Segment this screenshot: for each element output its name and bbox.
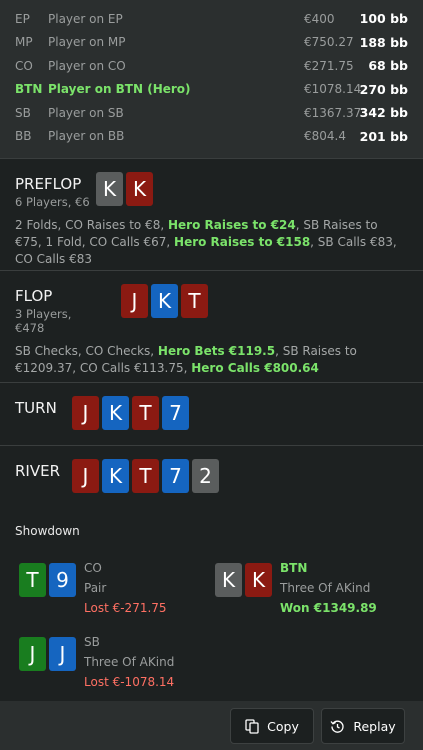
player-position: SB — [84, 635, 100, 649]
copy-button-label: Copy — [267, 718, 299, 734]
card: K — [151, 284, 178, 318]
card: K — [245, 563, 272, 597]
turn-section: TURN J K T 7 — [0, 382, 423, 445]
seat-stack: €400 — [304, 11, 335, 26]
seat-position: BB — [15, 129, 32, 144]
action-log: SB Checks, CO Checks, Hero Bets €119.5, … — [15, 343, 408, 377]
street-title: RIVER — [15, 462, 61, 480]
seats-table: EP Player on EP €400 100 bb MP Player on… — [0, 0, 423, 158]
board-cards: J K T 7 2 — [72, 459, 219, 493]
street-title: PREFLOP — [15, 175, 82, 193]
card: T — [181, 284, 208, 318]
seat-row-bb: BB Player on BB €804.4 201 bb — [0, 125, 423, 149]
seat-player-name: Player on CO — [48, 58, 126, 73]
replay-button-label: Replay — [353, 718, 396, 734]
action-text: 2 Folds, CO Raises to €8, — [15, 218, 168, 232]
card: T — [132, 459, 159, 493]
showdown-player-sb: J J SB Three Of AKind Lost €-1078.14 — [19, 632, 174, 692]
player-position: CO — [84, 561, 102, 575]
card: K — [96, 172, 123, 206]
preflop-section: PREFLOP 6 Players, €6 K K 2 Folds, CO Ra… — [0, 158, 423, 270]
card: J — [72, 396, 99, 430]
seat-position: CO — [15, 58, 33, 73]
seat-row-mp: MP Player on MP €750.27 188 bb — [0, 31, 423, 55]
street-subtitle: 6 Players, €6 — [15, 195, 90, 209]
street-title: FLOP — [15, 287, 53, 305]
hero-action: Hero Bets €119.5 — [157, 344, 276, 358]
hero-action: Hero Raises to €24 — [167, 218, 296, 232]
flop-section: FLOP 3 Players, €478 J K T SB Checks, CO… — [0, 270, 423, 382]
card: 7 — [162, 396, 189, 430]
seat-bb: 342 bb — [359, 105, 408, 121]
card: J — [72, 459, 99, 493]
player-result: Lost €-1078.14 — [84, 675, 175, 689]
seat-position: SB — [15, 105, 31, 120]
seat-position: EP — [15, 11, 30, 26]
seat-player-name: Player on BB — [48, 129, 125, 144]
player-hand: Pair — [84, 581, 107, 595]
hero-action: Hero Raises to €158 — [174, 235, 311, 249]
seat-player-name: Player on EP — [48, 11, 123, 26]
seat-stack: €804.4 — [304, 129, 346, 144]
showdown-player-co: T 9 CO Pair Lost €-271.75 — [19, 558, 167, 618]
showdown-title: Showdown — [15, 524, 80, 538]
river-section: RIVER J K T 7 2 — [0, 445, 423, 508]
card: 2 — [192, 459, 219, 493]
seat-row-btn-hero: BTN Player on BTN (Hero) €1078.14 270 bb — [0, 78, 423, 102]
seat-position: BTN — [15, 82, 43, 97]
seat-stack: €1367.37 — [304, 105, 362, 120]
seat-bb: 188 bb — [359, 34, 408, 50]
card: T — [19, 563, 46, 597]
player-cards: T 9 — [19, 563, 76, 618]
seat-player-name: Player on SB — [48, 105, 124, 120]
card: K — [215, 563, 242, 597]
action-text: SB Checks, CO Checks, — [15, 344, 158, 358]
card: K — [102, 396, 129, 430]
card: 7 — [162, 459, 189, 493]
card: K — [102, 459, 129, 493]
card: 9 — [49, 563, 76, 597]
card: K — [126, 172, 153, 206]
seat-row-co: CO Player on CO €271.75 68 bb — [0, 54, 423, 78]
card: J — [121, 284, 148, 318]
player-hand: Three Of AKind — [84, 655, 175, 669]
seat-player-name: Player on BTN (Hero) — [48, 82, 191, 97]
hero-hole-cards: K K — [96, 172, 153, 206]
card: J — [49, 637, 76, 671]
replay-icon — [330, 720, 344, 733]
board-cards: J K T — [121, 284, 208, 318]
player-position: BTN — [280, 561, 308, 575]
seat-bb: 270 bb — [359, 81, 408, 97]
card: J — [19, 637, 46, 671]
player-result: Lost €-271.75 — [84, 601, 167, 615]
seat-bb: 100 bb — [359, 11, 408, 27]
seat-stack: €750.27 — [304, 35, 354, 50]
copy-icon — [245, 718, 259, 734]
player-cards: K K — [215, 563, 272, 618]
seat-stack: €271.75 — [304, 58, 354, 73]
showdown-section: Showdown T 9 CO Pair Lost €-271.75 K K B… — [0, 508, 423, 701]
seat-player-name: Player on MP — [48, 35, 126, 50]
hero-action: Hero Calls €800.64 — [191, 361, 319, 375]
street-title: TURN — [15, 399, 57, 417]
seat-position: MP — [15, 35, 33, 50]
street-subtitle: 3 Players, €478 — [15, 307, 72, 335]
replay-button[interactable]: Replay — [321, 708, 405, 744]
player-result: Won €1349.89 — [280, 601, 377, 615]
seat-bb: 201 bb — [359, 128, 408, 144]
action-log: 2 Folds, CO Raises to €8, Hero Raises to… — [15, 217, 408, 268]
card: T — [132, 396, 159, 430]
player-hand: Three Of AKind — [280, 581, 371, 595]
showdown-player-btn: K K BTN Three Of AKind Won €1349.89 — [215, 558, 377, 618]
seat-row-ep: EP Player on EP €400 100 bb — [0, 7, 423, 31]
footer-bar: Copy Replay — [0, 701, 423, 750]
seat-stack: €1078.14 — [304, 82, 362, 97]
seat-row-sb: SB Player on SB €1367.37 342 bb — [0, 101, 423, 125]
copy-button[interactable]: Copy — [230, 708, 314, 744]
board-cards: J K T 7 — [72, 396, 189, 430]
seat-bb: 68 bb — [368, 58, 408, 74]
player-cards: J J — [19, 637, 76, 692]
